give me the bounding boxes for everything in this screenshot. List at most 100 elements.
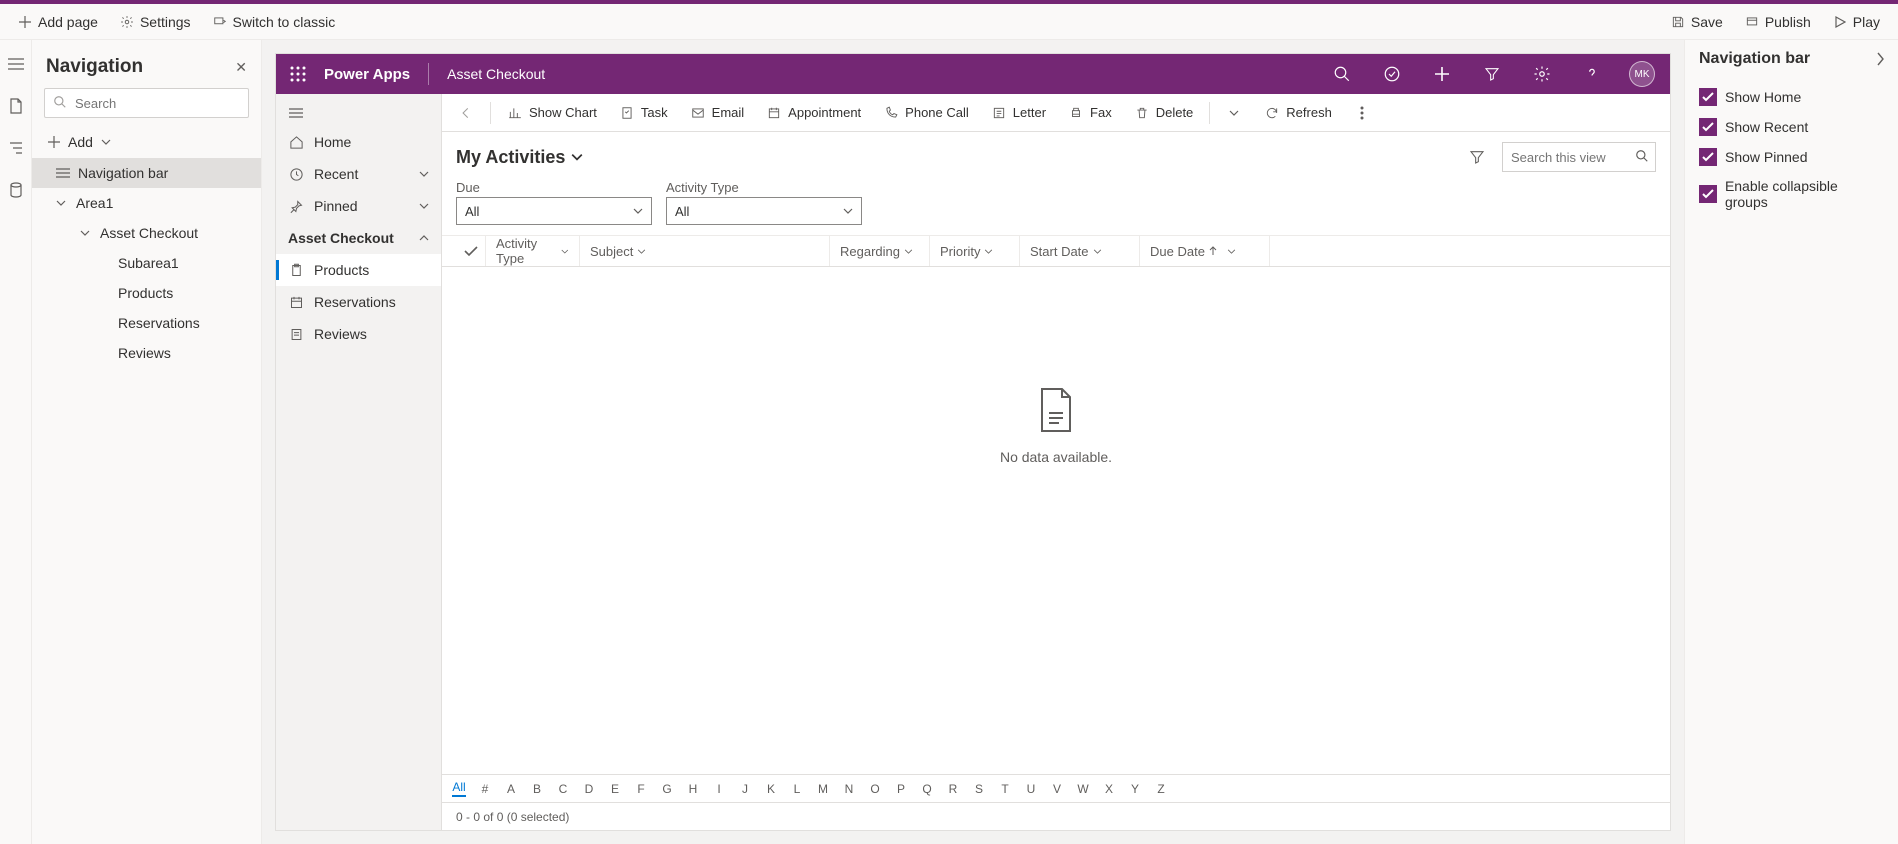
delete-dropdown[interactable] <box>1216 101 1252 125</box>
alpha-letter[interactable]: V <box>1050 782 1064 796</box>
filter-funnel-button[interactable] <box>1462 142 1492 172</box>
header-search-icon[interactable] <box>1324 56 1360 92</box>
alpha-letter[interactable]: H <box>686 782 700 796</box>
column-activity-type[interactable]: Activity Type <box>486 236 580 266</box>
column-due-date[interactable]: Due Date <box>1140 236 1270 266</box>
check-icon <box>1699 148 1717 166</box>
tree-item-asset-checkout[interactable]: Asset Checkout <box>32 218 261 248</box>
alpha-all[interactable]: All <box>452 780 466 797</box>
nav-search-input[interactable] <box>44 88 249 118</box>
chevron-down-icon <box>633 208 643 214</box>
activity-type-dropdown[interactable]: All <box>666 197 862 225</box>
task-button[interactable]: Task <box>609 101 678 125</box>
alpha-letter[interactable]: E <box>608 782 622 796</box>
checkbox-show-home[interactable]: Show Home <box>1699 82 1884 112</box>
alpha-letter[interactable]: Y <box>1128 782 1142 796</box>
alpha-letter[interactable]: K <box>764 782 778 796</box>
tree-label: Products <box>118 285 173 301</box>
alpha-letter[interactable]: Z <box>1154 782 1168 796</box>
sitemap-reservations[interactable]: Reservations <box>276 286 441 318</box>
sitemap-recent[interactable]: Recent <box>276 158 441 190</box>
alpha-letter[interactable]: P <box>894 782 908 796</box>
close-icon[interactable]: ✕ <box>235 59 247 76</box>
search-icon[interactable] <box>1635 149 1649 163</box>
tree-item-products[interactable]: Products <box>32 278 261 308</box>
alpha-letter[interactable]: N <box>842 782 856 796</box>
alpha-letter[interactable]: W <box>1076 782 1090 796</box>
select-all-column[interactable] <box>456 236 486 266</box>
column-subject[interactable]: Subject <box>580 236 830 266</box>
column-priority[interactable]: Priority <box>930 236 1020 266</box>
data-icon[interactable] <box>6 180 26 200</box>
sitemap-home[interactable]: Home <box>276 126 441 158</box>
alpha-letter[interactable]: R <box>946 782 960 796</box>
phonecall-button[interactable]: Phone Call <box>873 101 979 125</box>
switch-classic-button[interactable]: Switch to classic <box>205 10 344 34</box>
alpha-letter[interactable]: G <box>660 782 674 796</box>
save-button[interactable]: Save <box>1663 10 1731 34</box>
checkbox-collapsible[interactable]: Enable collapsible groups <box>1699 172 1884 216</box>
checkbox-show-recent[interactable]: Show Recent <box>1699 112 1884 142</box>
alpha-hash[interactable]: # <box>478 782 492 796</box>
letter-button[interactable]: Letter <box>981 101 1056 125</box>
sitemap-group-asset-checkout[interactable]: Asset Checkout <box>276 222 441 254</box>
view-title[interactable]: My Activities <box>456 147 583 168</box>
tree-icon[interactable] <box>6 138 26 158</box>
settings-button[interactable]: Settings <box>112 10 199 34</box>
tree-item-area1[interactable]: Area1 <box>32 188 261 218</box>
alpha-letter[interactable]: X <box>1102 782 1116 796</box>
label: Asset Checkout <box>288 230 394 246</box>
sitemap-hamburger[interactable] <box>276 100 441 126</box>
column-regarding[interactable]: Regarding <box>830 236 930 266</box>
alpha-letter[interactable]: O <box>868 782 882 796</box>
alpha-letter[interactable]: S <box>972 782 986 796</box>
sitemap-products[interactable]: Products <box>276 254 441 286</box>
waffle-icon[interactable] <box>286 62 310 86</box>
more-commands-button[interactable] <box>1344 101 1380 125</box>
view-search-input[interactable] <box>1502 142 1656 172</box>
alpha-letter[interactable]: D <box>582 782 596 796</box>
reservation-icon <box>288 295 304 310</box>
tree-item-subarea1[interactable]: Subarea1 <box>32 248 261 278</box>
alpha-letter[interactable]: L <box>790 782 804 796</box>
sitemap-pinned[interactable]: Pinned <box>276 190 441 222</box>
header-help-icon[interactable] <box>1574 56 1610 92</box>
delete-button[interactable]: Delete <box>1124 101 1204 125</box>
due-dropdown[interactable]: All <box>456 197 652 225</box>
alpha-letter[interactable]: F <box>634 782 648 796</box>
tree-item-reservations[interactable]: Reservations <box>32 308 261 338</box>
publish-button[interactable]: Publish <box>1737 10 1819 34</box>
hamburger-icon[interactable] <box>6 54 26 74</box>
fax-button[interactable]: Fax <box>1058 101 1122 125</box>
avatar[interactable]: MK <box>1624 56 1660 92</box>
alpha-letter[interactable]: J <box>738 782 752 796</box>
column-start-date[interactable]: Start Date <box>1020 236 1140 266</box>
alpha-letter[interactable]: I <box>712 782 726 796</box>
alpha-letter[interactable]: T <box>998 782 1012 796</box>
show-chart-button[interactable]: Show Chart <box>497 101 607 125</box>
alpha-letter[interactable]: B <box>530 782 544 796</box>
sitemap-reviews[interactable]: Reviews <box>276 318 441 350</box>
alpha-letter[interactable]: Q <box>920 782 934 796</box>
add-page-button[interactable]: Add page <box>10 10 106 34</box>
tree-item-navigation-bar[interactable]: Navigation bar <box>32 158 261 188</box>
appointment-button[interactable]: Appointment <box>756 101 871 125</box>
header-filter-icon[interactable] <box>1474 56 1510 92</box>
alpha-letter[interactable]: M <box>816 782 830 796</box>
back-button[interactable] <box>448 101 484 125</box>
refresh-button[interactable]: Refresh <box>1254 101 1342 125</box>
pages-icon[interactable] <box>6 96 26 116</box>
email-button[interactable]: Email <box>680 101 755 125</box>
header-gear-icon[interactable] <box>1524 56 1560 92</box>
header-target-icon[interactable] <box>1374 56 1410 92</box>
header-add-icon[interactable] <box>1424 56 1460 92</box>
play-button[interactable]: Play <box>1825 10 1888 34</box>
alpha-letter[interactable]: A <box>504 782 518 796</box>
add-button[interactable]: Add <box>32 128 261 156</box>
alpha-letter[interactable]: U <box>1024 782 1038 796</box>
alpha-letter[interactable]: C <box>556 782 570 796</box>
filters-row: Due All Activity Type All <box>442 178 1670 235</box>
collapse-icon[interactable] <box>1876 52 1884 66</box>
checkbox-show-pinned[interactable]: Show Pinned <box>1699 142 1884 172</box>
tree-item-reviews[interactable]: Reviews <box>32 338 261 368</box>
